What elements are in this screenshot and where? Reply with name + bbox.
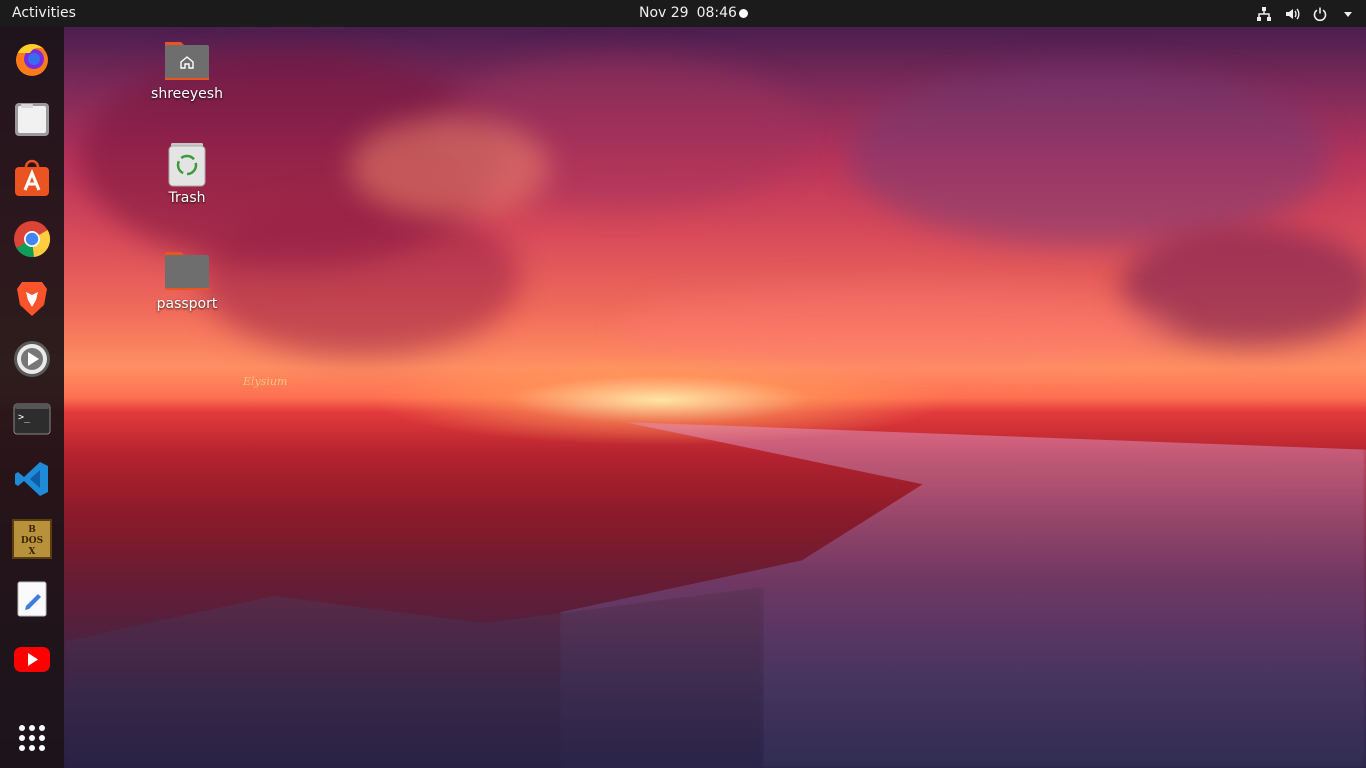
trash-icon: [163, 140, 211, 188]
dock-item-files[interactable]: [11, 98, 53, 140]
chevron-down-icon[interactable]: [1340, 6, 1356, 22]
notification-dot: [739, 9, 748, 18]
dosbox-text-bottom: X: [29, 547, 36, 557]
dock-item-dosbox[interactable]: B DOS X: [11, 518, 53, 560]
brave-icon: [17, 282, 47, 316]
dock-item-software[interactable]: [11, 158, 53, 200]
firefox-icon: [16, 44, 48, 76]
files-icon: [15, 103, 49, 136]
folder-icon: [163, 246, 211, 294]
desktop-icon-label: shreeyesh: [151, 86, 223, 102]
desktop-icon-home[interactable]: shreeyesh: [142, 36, 232, 102]
desktop-icon-label: passport: [156, 296, 218, 312]
clock-date: Nov 29: [639, 5, 689, 21]
desktop-icon-trash[interactable]: Trash: [142, 140, 232, 206]
desktop-wallpaper: Elysium: [0, 27, 1366, 768]
dock-item-terminal[interactable]: >_: [11, 398, 53, 440]
vscode-icon: [15, 462, 48, 496]
network-icon[interactable]: [1256, 6, 1272, 22]
clock-time: 08:46: [696, 5, 737, 21]
dosbox-text-middle: DOS: [21, 536, 43, 546]
videos-icon: [14, 341, 50, 377]
terminal-icon: >_: [13, 403, 51, 435]
dosbox-text-top: B: [28, 525, 36, 535]
activities-button[interactable]: Activities: [12, 5, 76, 21]
app-grid-icon: [19, 725, 45, 751]
software-store-icon: [15, 159, 49, 196]
dock: >_ B DOS X: [0, 27, 64, 768]
top-bar: Activities Nov 29 08:46: [0, 0, 1366, 27]
wallpaper-watermark: Elysium: [243, 375, 288, 388]
power-icon[interactable]: [1312, 6, 1328, 22]
youtube-icon: [14, 647, 50, 672]
home-folder-icon: [163, 36, 211, 84]
dock-item-videos[interactable]: [11, 338, 53, 380]
dock-item-text-editor[interactable]: [11, 578, 53, 620]
show-applications-button[interactable]: [11, 717, 53, 759]
water-foreground: [64, 587, 764, 768]
dock-item-firefox[interactable]: [11, 38, 53, 80]
dock-item-brave[interactable]: [11, 278, 53, 320]
dock-item-youtube[interactable]: [11, 638, 53, 680]
dosbox-icon: B DOS X: [12, 519, 52, 559]
clock-menu[interactable]: Nov 29 08:46: [639, 5, 745, 21]
dock-item-chrome[interactable]: [11, 218, 53, 260]
desktop-icon-label: Trash: [168, 190, 206, 206]
terminal-prompt: >_: [18, 412, 31, 423]
desktop-icon-passport[interactable]: passport: [142, 246, 232, 312]
text-editor-icon: [17, 581, 47, 617]
chrome-icon: [14, 221, 51, 258]
volume-icon[interactable]: [1284, 6, 1300, 22]
dock-item-vscode[interactable]: [11, 458, 53, 500]
system-tray[interactable]: [1256, 0, 1356, 27]
